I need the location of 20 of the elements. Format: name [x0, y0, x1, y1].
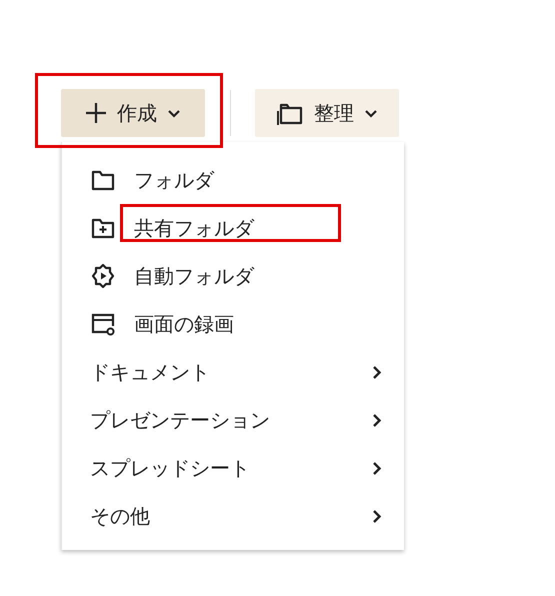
chevron-right-icon [372, 412, 382, 428]
create-button[interactable]: 作成 [61, 89, 205, 137]
menu-item[interactable]: フォルダ [62, 156, 404, 204]
menu-item[interactable]: 自動フォルダ [62, 252, 404, 300]
chevron-right-icon [372, 364, 382, 380]
chevron-down-icon [167, 108, 181, 118]
chevron-down-icon [364, 108, 378, 118]
gear-play-icon [90, 263, 116, 289]
menu-item[interactable]: ドキュメント [62, 348, 404, 396]
menu-item[interactable]: スプレッドシート [62, 444, 404, 492]
menu-item[interactable]: 共有フォルダ [62, 204, 404, 252]
menu-item[interactable]: 画面の録画 [62, 300, 404, 348]
folders-icon [276, 101, 304, 125]
organize-button[interactable]: 整理 [255, 89, 399, 137]
menu-item[interactable]: プレゼンテーション [62, 396, 404, 444]
chevron-right-icon [372, 508, 382, 524]
chevron-right-icon [372, 460, 382, 476]
menu-item[interactable]: その他 [62, 492, 404, 540]
plus-icon [85, 102, 107, 124]
screen-record-icon [90, 311, 116, 337]
